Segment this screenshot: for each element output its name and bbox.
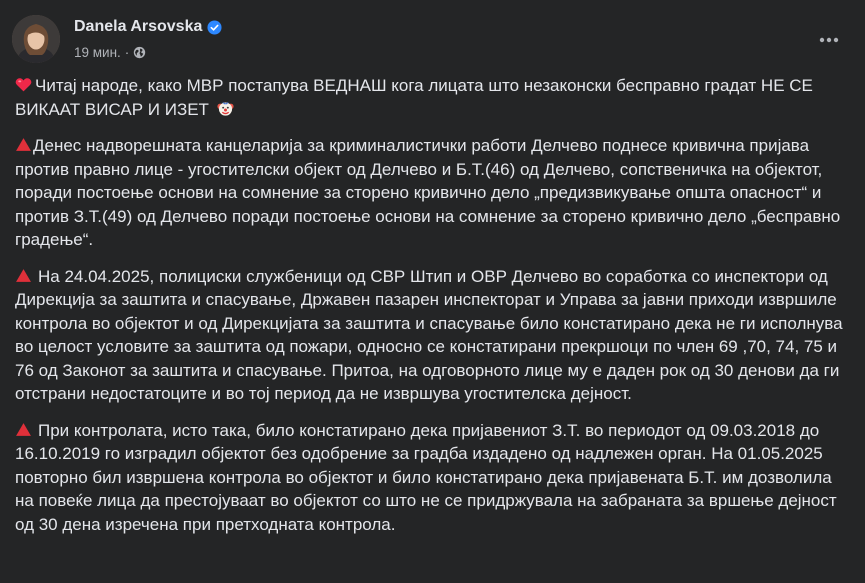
paragraph-2-text: Денес надворешната канцеларија за кримин… xyxy=(15,136,841,249)
paragraph-1-text: Читај народе, како МВР постапува ВЕДНАШ … xyxy=(15,76,813,119)
clown-face-icon xyxy=(217,101,234,116)
more-options-button[interactable] xyxy=(811,26,847,54)
post-content: Читај народе, како МВР постапува ВЕДНАШ … xyxy=(15,74,855,549)
paragraph-3-text: На 24.04.2025, полициски службеници од С… xyxy=(15,266,843,404)
post-time[interactable]: 19 мин. xyxy=(74,45,121,60)
post-paragraph: Читај народе, како МВР постапува ВЕДНАШ … xyxy=(15,74,855,121)
author-name[interactable]: Danela Arsovska xyxy=(74,18,202,36)
more-options-icon xyxy=(819,37,839,43)
post-meta: 19 мин. · xyxy=(74,43,146,61)
red-triangle-icon xyxy=(16,138,31,151)
post-paragraph: При контролата, исто така, било констати… xyxy=(15,419,855,537)
meta-separator: · xyxy=(124,44,130,60)
verified-badge-icon xyxy=(207,19,222,35)
avatar[interactable] xyxy=(12,15,60,63)
globe-icon[interactable] xyxy=(133,46,146,59)
red-triangle-icon xyxy=(16,268,31,282)
red-triangle-icon xyxy=(16,422,31,436)
author-line: Danela Arsovska xyxy=(74,16,222,38)
red-heart-icon xyxy=(15,78,32,92)
post-header: Danela Arsovska 19 мин. · xyxy=(12,12,853,68)
avatar-image xyxy=(12,15,60,63)
post-paragraph: Денес надворешната канцеларија за кримин… xyxy=(15,134,855,252)
post-paragraph: На 24.04.2025, полициски службеници од С… xyxy=(15,265,855,406)
facebook-post: Danela Arsovska 19 мин. · Читај народе, … xyxy=(0,0,865,583)
paragraph-4-text: При контролата, исто така, било констати… xyxy=(15,420,837,534)
